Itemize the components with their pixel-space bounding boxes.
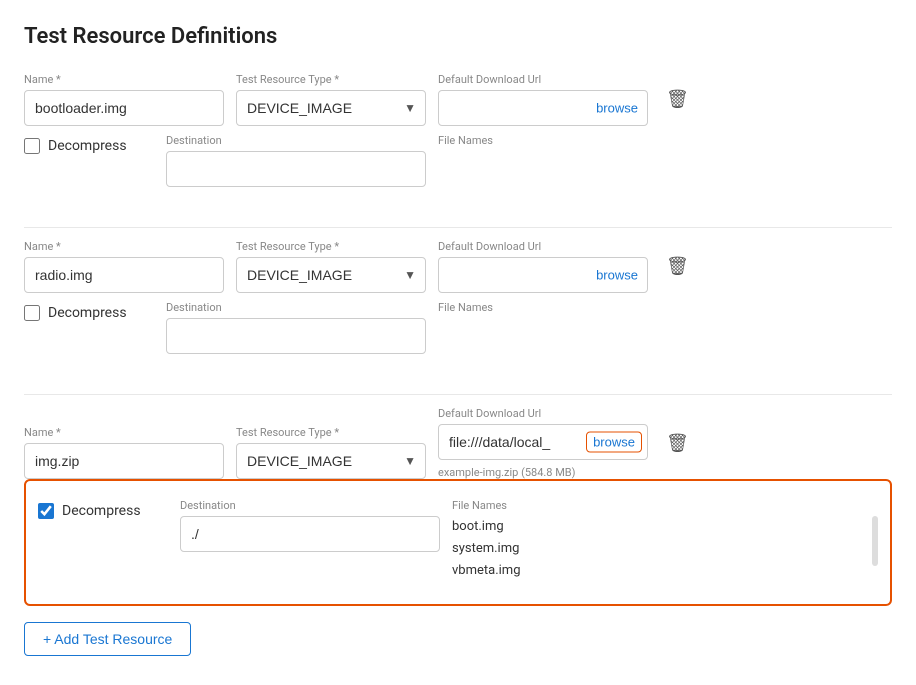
decompress-checkbox-2[interactable] xyxy=(24,305,40,321)
scrollbar-1 xyxy=(886,148,892,198)
filenames-content-2 xyxy=(438,318,874,378)
filenames-wrap-2: File Names xyxy=(438,301,874,378)
destination-input-3[interactable] xyxy=(180,516,440,552)
decompress-wrap-3: Decompress xyxy=(38,499,168,519)
type-select-wrapper-3: DEVICE_IMAGEAPKSCRIPTDATA_FILE ▼ xyxy=(236,443,426,479)
type-field-group-2: Test Resource Type * DEVICE_IMAGEAPKSCRI… xyxy=(236,240,426,293)
scrollbar-3[interactable] xyxy=(872,516,878,566)
name-label-2: Name * xyxy=(24,240,224,253)
decompress-checkbox-3[interactable] xyxy=(38,503,54,519)
add-resource-row: + Add Test Resource xyxy=(24,622,892,656)
url-label-1: Default Download Url xyxy=(438,73,648,86)
destination-input-2[interactable] xyxy=(166,318,426,354)
name-label-1: Name * xyxy=(24,73,224,86)
destination-label-2: Destination xyxy=(166,301,426,314)
url-label-2: Default Download Url xyxy=(438,240,648,253)
type-select-3[interactable]: DEVICE_IMAGEAPKSCRIPTDATA_FILE xyxy=(236,443,426,479)
decompress-wrap-2: Decompress xyxy=(24,301,154,321)
filenames-wrap-3: File Names boot.imgsystem.imgvbmeta.img xyxy=(452,499,860,582)
type-field-group-3: Test Resource Type * DEVICE_IMAGEAPKSCRI… xyxy=(236,426,426,479)
destination-wrap-1: Destination xyxy=(166,134,426,187)
filenames-wrap-1: File Names xyxy=(438,134,874,211)
type-select-wrapper-1: DEVICE_IMAGEAPKSCRIPTDATA_FILE ▼ xyxy=(236,90,426,126)
divider-2 xyxy=(24,394,892,395)
sub-section-1: Decompress Destination File Names xyxy=(24,126,892,223)
decompress-label-3: Decompress xyxy=(62,503,141,519)
sub-section-2: Decompress Destination File Names xyxy=(24,293,892,390)
add-test-resource-button[interactable]: + Add Test Resource xyxy=(24,622,191,656)
url-wrapper-3: browse xyxy=(438,424,648,460)
url-field-group-2: Default Download Url browse xyxy=(438,240,648,293)
destination-label-1: Destination xyxy=(166,134,426,147)
destination-label-3: Destination xyxy=(180,499,440,512)
resources-container: Name * Test Resource Type * DEVICE_IMAGE… xyxy=(24,73,892,606)
delete-button-3[interactable]: 🗑 xyxy=(660,427,695,460)
name-field-group-3: Name * xyxy=(24,426,224,479)
page-title: Test Resource Definitions xyxy=(24,24,892,49)
destination-wrap-3: Destination xyxy=(180,499,440,552)
decompress-wrap-1: Decompress xyxy=(24,134,154,154)
filenames-label-1: File Names xyxy=(438,134,874,147)
destination-input-1[interactable] xyxy=(166,151,426,187)
name-input-3[interactable] xyxy=(24,443,224,479)
type-label-2: Test Resource Type * xyxy=(236,240,426,253)
name-input-2[interactable] xyxy=(24,257,224,293)
type-field-group-1: Test Resource Type * DEVICE_IMAGEAPKSCRI… xyxy=(236,73,426,126)
type-label-3: Test Resource Type * xyxy=(236,426,426,439)
resource-row-3: Name * Test Resource Type * DEVICE_IMAGE… xyxy=(24,407,892,479)
destination-wrap-2: Destination xyxy=(166,301,426,354)
type-select-2[interactable]: DEVICE_IMAGEAPKSCRIPTDATA_FILE xyxy=(236,257,426,293)
scrollbar-2 xyxy=(886,315,892,365)
filenames-label-3: File Names xyxy=(452,499,860,512)
filenames-content-3: boot.imgsystem.imgvbmeta.img xyxy=(452,516,860,582)
decompress-label-1: Decompress xyxy=(48,138,127,154)
decompress-label-2: Decompress xyxy=(48,305,127,321)
file-info-3: example-img.zip (584.8 MB) xyxy=(438,466,648,479)
sub-row-2: Decompress Destination File Names xyxy=(24,293,892,390)
url-field-group-1: Default Download Url browse xyxy=(438,73,648,126)
decompress-checkbox-1[interactable] xyxy=(24,138,40,154)
resource-block-1: Name * Test Resource Type * DEVICE_IMAGE… xyxy=(24,73,892,223)
url-label-3: Default Download Url xyxy=(438,407,648,420)
name-label-3: Name * xyxy=(24,426,224,439)
name-field-group-2: Name * xyxy=(24,240,224,293)
url-wrapper-1: browse xyxy=(438,90,648,126)
type-label-1: Test Resource Type * xyxy=(236,73,426,86)
url-wrapper-2: browse xyxy=(438,257,648,293)
browse-button-1[interactable]: browse xyxy=(592,99,642,118)
filenames-content-1 xyxy=(438,151,874,211)
resource-block-2: Name * Test Resource Type * DEVICE_IMAGE… xyxy=(24,240,892,390)
sub-section-3: Decompress Destination File Names boot.i… xyxy=(24,479,892,606)
browse-button-3[interactable]: browse xyxy=(586,432,642,453)
type-select-wrapper-2: DEVICE_IMAGEAPKSCRIPTDATA_FILE ▼ xyxy=(236,257,426,293)
filenames-label-2: File Names xyxy=(438,301,874,314)
name-field-group-1: Name * xyxy=(24,73,224,126)
sub-row-1: Decompress Destination File Names xyxy=(24,126,892,223)
divider-1 xyxy=(24,227,892,228)
resource-row-2: Name * Test Resource Type * DEVICE_IMAGE… xyxy=(24,240,892,293)
url-field-group-3: Default Download Url browse example-img.… xyxy=(438,407,648,479)
resource-row-1: Name * Test Resource Type * DEVICE_IMAGE… xyxy=(24,73,892,126)
resource-block-3: Name * Test Resource Type * DEVICE_IMAGE… xyxy=(24,407,892,606)
sub-row-3: Decompress Destination File Names boot.i… xyxy=(38,491,878,594)
type-select-1[interactable]: DEVICE_IMAGEAPKSCRIPTDATA_FILE xyxy=(236,90,426,126)
name-input-1[interactable] xyxy=(24,90,224,126)
delete-button-1[interactable]: 🗑 xyxy=(660,83,695,116)
delete-button-2[interactable]: 🗑 xyxy=(660,250,695,283)
browse-button-2[interactable]: browse xyxy=(592,266,642,285)
